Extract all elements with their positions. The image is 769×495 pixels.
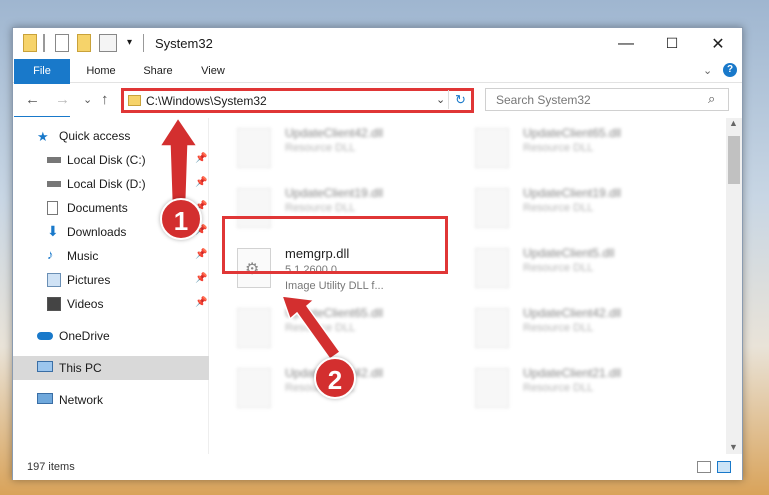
arrow-to-file	[280, 295, 342, 361]
step-1-badge: 1	[160, 198, 202, 240]
annotation-arrows	[158, 116, 342, 361]
step-2-badge: 2	[314, 357, 356, 399]
arrow-to-address-bar	[158, 116, 199, 207]
